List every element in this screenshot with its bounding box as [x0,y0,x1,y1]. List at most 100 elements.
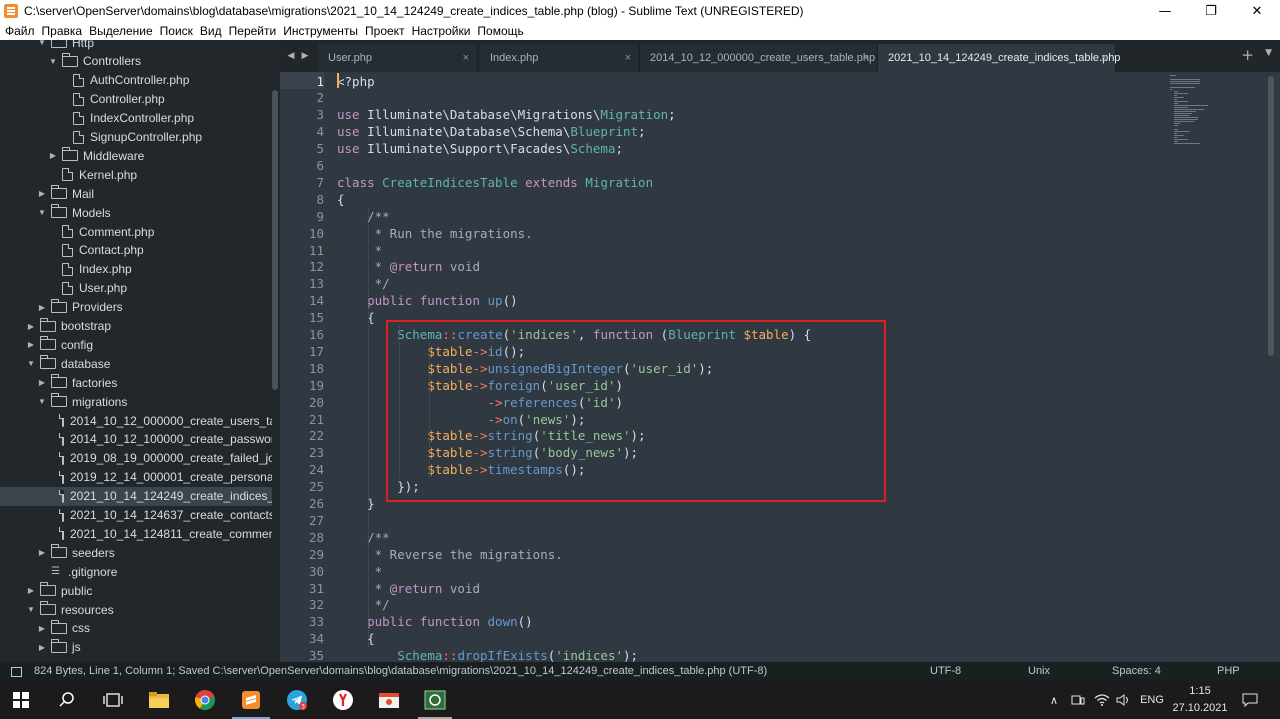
language-indicator[interactable]: ENG [1138,681,1166,719]
tree-folder[interactable]: ▶ seeders [0,543,272,562]
collapsed-arrow-icon[interactable]: ▶ [37,643,47,652]
tree-folder[interactable]: ▼ database [0,354,272,373]
collapsed-arrow-icon[interactable]: ▶ [26,340,36,349]
chrome-icon[interactable] [190,685,220,715]
code-editor[interactable]: 1 2 3 4 5 6 7 8 9 10 11 12 13 14 15 16 17 18 19 20 21 22 23 24 2… [280,72,1280,662]
status-syntax[interactable]: PHP [1217,662,1240,681]
editor-scrollbar[interactable] [1268,76,1274,356]
minimize-button[interactable]: — [1142,0,1188,22]
tree-folder[interactable]: ▶ js [0,638,272,657]
tree-file[interactable]: 2014_10_12_000000_create_users_tab [0,411,272,430]
collapsed-arrow-icon[interactable]: ▶ [37,378,47,387]
tree-folder[interactable]: ▼ Models [0,203,272,222]
code-line[interactable]: * @return void [337,580,480,597]
tree-folder[interactable]: ▼ migrations [0,392,272,411]
terminal-app-icon[interactable] [420,685,450,715]
tab-next-icon[interactable]: ▶ [298,40,312,72]
tab-list-chevron-icon[interactable]: ▼ [1265,48,1272,58]
tree-file[interactable]: IndexController.php [0,109,272,128]
sidebar-scrollbar[interactable] [272,90,278,390]
clock[interactable]: 1:15 27.10.2021 [1170,683,1230,717]
tree-folder[interactable]: ▼ resources [0,600,272,619]
collapsed-arrow-icon[interactable]: ▶ [26,586,36,595]
tree-file[interactable]: Comment.php [0,222,272,241]
yandex-browser-icon[interactable] [328,685,358,715]
tree-folder[interactable]: ▶ factories [0,373,272,392]
code-line[interactable]: * @return void [337,258,480,275]
tree-file[interactable]: User.php [0,279,272,298]
tray-device-icon[interactable] [1070,681,1086,719]
code-line[interactable]: */ [337,275,390,292]
tree-file[interactable]: 2014_10_12_100000_create_password [0,430,272,449]
editor-tab[interactable]: 2014_10_12_000000_create_users_table.php… [640,44,878,72]
tree-file[interactable]: Index.php [0,260,272,279]
expanded-arrow-icon[interactable]: ▼ [37,40,47,47]
tab-prev-icon[interactable]: ◀ [284,40,298,72]
tab-close-icon[interactable]: × [863,52,869,64]
menu-item[interactable]: Вид [198,22,227,40]
tree-folder[interactable]: ▶ Providers [0,298,272,317]
code-line[interactable]: public function down() [337,613,533,630]
tree-file[interactable]: Kernel.php [0,165,272,184]
tree-file[interactable]: 2021_10_14_124249_create_indices_ta [0,486,272,506]
code-line[interactable]: Schema::dropIfExists('indices'); [337,647,638,662]
code-line[interactable]: * Run the migrations. [337,225,533,242]
tree-file[interactable]: Controller.php [0,90,272,109]
menu-item[interactable]: Настройки [410,22,476,40]
status-encoding[interactable]: UTF-8 [930,662,961,681]
menu-item[interactable]: Поиск [158,22,198,40]
tree-file[interactable]: SignupController.php [0,128,272,147]
code-line[interactable]: use Illuminate\Support\Facades\Schema; [337,140,623,157]
code-line[interactable]: <?php [337,73,375,90]
collapsed-arrow-icon[interactable]: ▶ [37,189,47,198]
notifications-icon[interactable] [1238,681,1262,719]
sublime-text-icon[interactable] [236,685,266,715]
tree-file[interactable]: AuthController.php [0,71,272,90]
collapsed-arrow-icon[interactable]: ▶ [48,151,58,160]
expanded-arrow-icon[interactable]: ▼ [26,359,36,368]
tree-folder[interactable]: ▼ Http [0,40,272,52]
tree-file[interactable]: ☰ .gitignore [0,562,272,581]
collapsed-arrow-icon[interactable]: ▶ [26,322,36,331]
tree-file[interactable]: 2019_08_19_000000_create_failed_job [0,449,272,468]
telegram-icon[interactable]: 3 [282,685,312,715]
code-line[interactable]: /** [337,529,390,546]
tray-expand-icon[interactable]: ∧ [1047,681,1061,719]
network-icon[interactable] [1094,681,1110,719]
panel-toggle-icon[interactable] [11,667,22,677]
editor-tab[interactable]: 2021_10_14_124249_create_indices_table.p… [878,44,1120,72]
status-line-endings[interactable]: Unix [1028,662,1050,681]
tree-file[interactable]: Contact.php [0,241,272,260]
collapsed-arrow-icon[interactable]: ▶ [37,624,47,633]
code-line[interactable]: class CreateIndicesTable extends Migrati… [337,174,653,191]
expanded-arrow-icon[interactable]: ▼ [48,57,58,66]
code-line[interactable]: use Illuminate\Database\Migrations\Migra… [337,106,676,123]
tab-close-icon[interactable]: × [1101,52,1107,64]
status-indentation[interactable]: Spaces: 4 [1112,662,1161,681]
task-view-icon[interactable] [98,685,128,715]
menu-item[interactable]: Правка [40,22,88,40]
menu-item[interactable]: Выделение [87,22,158,40]
menu-item[interactable]: Файл [3,22,40,40]
code-line[interactable]: public function up() [337,292,518,309]
code-line[interactable]: * [337,242,383,259]
media-app-icon[interactable] [374,685,404,715]
menu-item[interactable]: Проект [363,22,410,40]
editor-tab[interactable]: User.php × [318,44,478,72]
expanded-arrow-icon[interactable]: ▼ [37,397,47,406]
tab-close-icon[interactable]: × [625,52,631,64]
code-line[interactable]: /** [337,208,390,225]
windows-start-icon[interactable] [6,685,36,715]
tree-folder[interactable]: ▶ Middleware [0,146,272,165]
volume-icon[interactable] [1116,681,1132,719]
close-button[interactable]: ✕ [1234,0,1280,22]
tree-folder[interactable]: ▶ config [0,335,272,354]
tree-folder[interactable]: ▼ Controllers [0,52,272,71]
editor-tab[interactable]: Index.php × [480,44,640,72]
tree-file[interactable]: 2021_10_14_124811_create_comment [0,524,272,543]
file-explorer-icon[interactable] [144,685,174,715]
tree-folder[interactable]: ▶ bootstrap [0,317,272,336]
new-tab-icon[interactable]: + [1241,46,1254,64]
collapsed-arrow-icon[interactable]: ▶ [37,303,47,312]
expanded-arrow-icon[interactable]: ▼ [37,208,47,217]
